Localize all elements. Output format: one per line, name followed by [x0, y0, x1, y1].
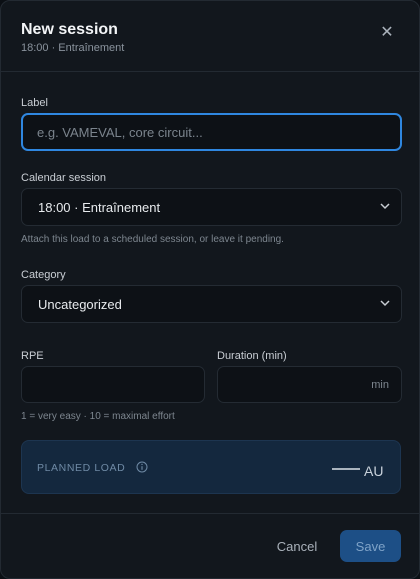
planned-load-label: PLANNED LOAD — [37, 462, 126, 474]
label-input-wrapper — [21, 113, 402, 151]
category-value: Uncategorized — [38, 297, 122, 312]
label-field-label: Label — [21, 97, 48, 109]
chevron-down-icon — [380, 300, 390, 307]
info-icon[interactable] — [136, 461, 148, 473]
calendar-session-select[interactable]: 18:00 · Entraînement — [21, 188, 402, 226]
cancel-button[interactable]: Cancel — [263, 530, 331, 562]
planned-load-unit: AU — [364, 463, 384, 479]
planned-load-card: PLANNED LOAD AU — [21, 440, 401, 494]
calendar-session-value: 18:00 · Entraînement — [38, 200, 161, 215]
category-label: Category — [21, 269, 66, 281]
rpe-hint: 1 = very easy · 10 = maximal effort — [21, 411, 175, 422]
rpe-input[interactable] — [22, 367, 204, 402]
rpe-label: RPE — [21, 350, 44, 362]
calendar-session-label: Calendar session — [21, 172, 106, 184]
close-icon[interactable]: ✕ — [377, 23, 397, 43]
dialog-header: New session 18:00 · Entraînement ✕ — [1, 1, 419, 72]
chevron-down-icon — [380, 203, 390, 210]
duration-label: Duration (min) — [217, 350, 287, 362]
dialog-title: New session — [21, 21, 118, 38]
label-input[interactable] — [23, 115, 400, 149]
duration-unit-suffix: min — [371, 379, 389, 391]
calendar-session-hint: Attach this load to a scheduled session,… — [21, 234, 284, 245]
dialog-subtitle: 18:00 · Entraînement — [21, 42, 125, 54]
planned-load-empty-value — [332, 468, 360, 470]
category-select[interactable]: Uncategorized — [21, 285, 402, 323]
rpe-input-wrapper — [21, 366, 205, 403]
new-session-dialog: New session 18:00 · Entraînement ✕ Label… — [0, 0, 420, 579]
save-button[interactable]: Save — [340, 530, 401, 562]
duration-input-wrapper: min — [217, 366, 402, 403]
